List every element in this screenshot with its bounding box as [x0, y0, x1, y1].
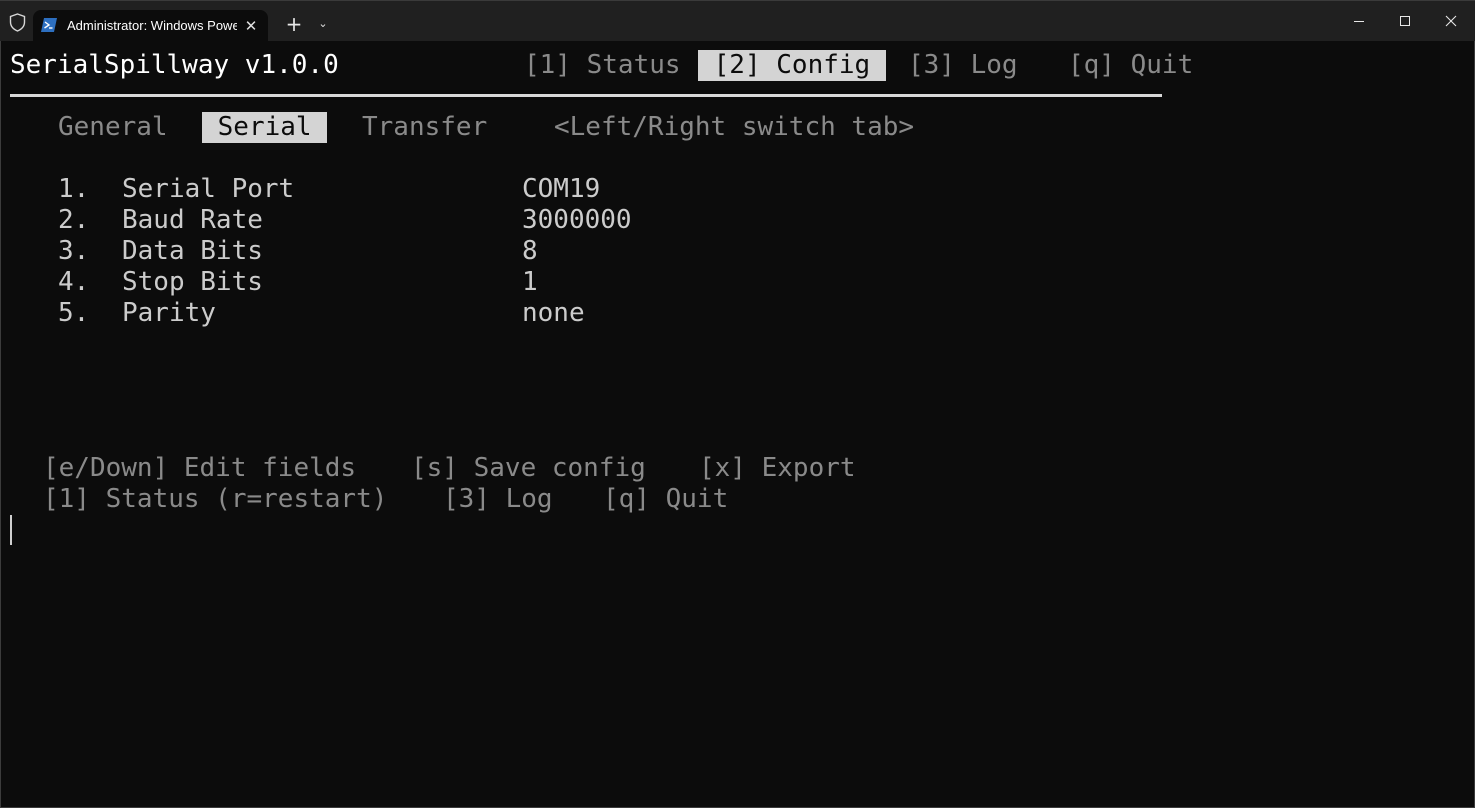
shield-icon — [9, 13, 26, 32]
setting-number: 3. — [58, 236, 90, 266]
setting-label[interactable]: Stop Bits — [122, 267, 263, 298]
subtab-hint: <Left/Right switch tab> — [554, 112, 915, 142]
nav-status[interactable]: [1] Status — [524, 50, 681, 81]
terminal-area[interactable]: SerialSpillway v1.0.0 [1] Status [2] Con… — [0, 41, 1475, 808]
nav-config[interactable]: [2] Config — [698, 50, 886, 81]
setting-number: 2. — [58, 205, 90, 235]
help-export: [x] Export — [699, 453, 856, 483]
subtab-transfer[interactable]: Transfer — [362, 112, 487, 143]
help-quit: [q] Quit — [603, 484, 729, 514]
chevron-down-icon[interactable]: ⌄ — [313, 14, 333, 34]
setting-number: 5. — [58, 298, 90, 328]
subtab-serial[interactable]: Serial — [202, 112, 328, 143]
nav-quit[interactable]: [q] Quit — [1068, 50, 1193, 81]
maximize-button[interactable] — [1382, 1, 1428, 41]
minimize-button[interactable] — [1336, 1, 1382, 41]
help-log: [3] Log — [443, 484, 553, 514]
maximize-icon — [1400, 16, 1410, 26]
text-cursor — [10, 515, 12, 545]
setting-label[interactable]: Parity — [122, 298, 216, 329]
help-save-config: [s] Save config — [411, 453, 646, 483]
setting-value[interactable]: none — [522, 298, 585, 329]
powershell-icon — [41, 18, 57, 32]
setting-value[interactable]: COM19 — [522, 174, 600, 205]
setting-label[interactable]: Data Bits — [122, 236, 263, 267]
nav-log[interactable]: [3] Log — [908, 50, 1018, 81]
header-divider — [10, 94, 1162, 97]
setting-label[interactable]: Serial Port — [122, 174, 294, 205]
setting-number: 4. — [58, 267, 90, 297]
setting-value[interactable]: 1 — [522, 267, 538, 298]
close-window-button[interactable] — [1428, 1, 1474, 41]
setting-number: 1. — [58, 174, 90, 204]
setting-label[interactable]: Baud Rate — [122, 205, 263, 236]
help-edit-fields: [e/Down] Edit fields — [43, 453, 357, 483]
minimize-icon — [1354, 21, 1364, 22]
tab-title: Administrator: Windows PowerShell — [67, 18, 237, 33]
close-icon — [1445, 15, 1457, 27]
terminal-tab[interactable]: Administrator: Windows PowerShell ✕ — [33, 10, 268, 42]
tab-close-icon[interactable]: ✕ — [240, 15, 262, 37]
setting-value[interactable]: 3000000 — [522, 205, 632, 236]
help-status-restart: [1] Status (r=restart) — [43, 484, 388, 514]
app-title: SerialSpillway v1.0.0 — [10, 50, 339, 80]
new-tab-icon[interactable]: + — [283, 13, 305, 35]
subtab-general[interactable]: General — [58, 112, 168, 143]
title-bar: Administrator: Windows PowerShell ✕ + ⌄ — [0, 0, 1475, 42]
setting-value[interactable]: 8 — [522, 236, 538, 267]
